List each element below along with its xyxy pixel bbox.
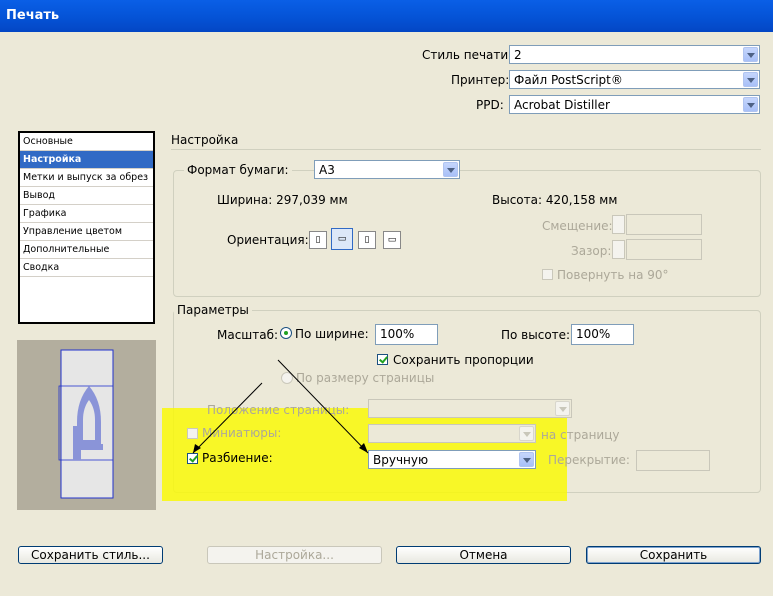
save-button[interactable]: Сохранить	[586, 546, 761, 564]
setup-button[interactable]: Настройка...	[207, 546, 382, 564]
annotation-arrows	[192, 359, 369, 454]
arrow-to-tiling-checkbox	[192, 382, 263, 454]
cancel-button[interactable]: Отмена	[396, 546, 571, 564]
arrow-to-tiling-select	[277, 359, 369, 454]
save-style-button[interactable]: Сохранить стиль...	[18, 546, 163, 564]
arrowhead-icon	[193, 444, 201, 453]
